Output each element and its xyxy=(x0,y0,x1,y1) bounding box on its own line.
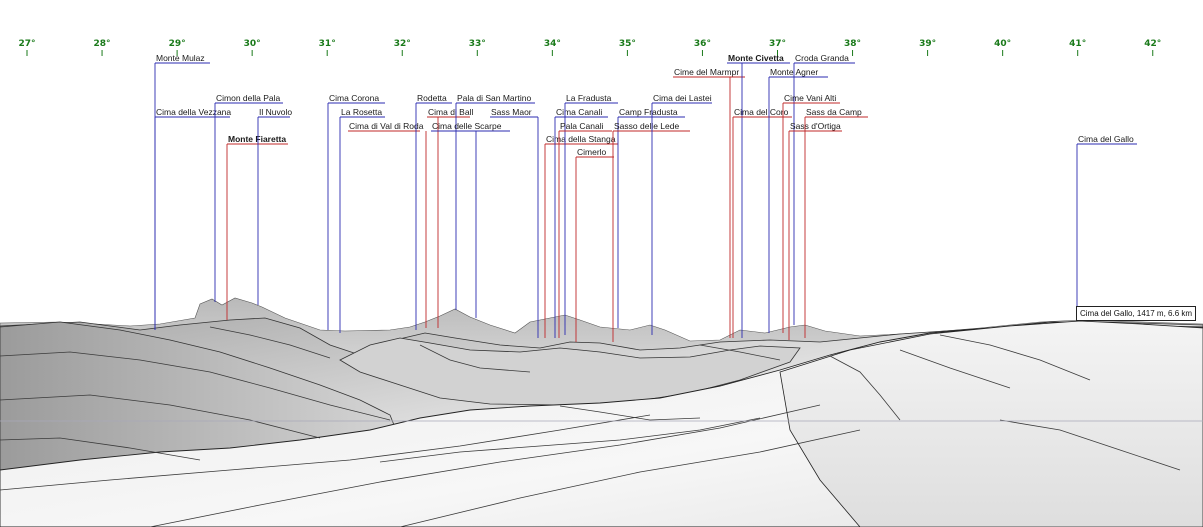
peak-marker[interactable]: Cima delle Scarpe xyxy=(431,121,510,318)
peak-marker[interactable]: Sass Maor xyxy=(490,107,539,338)
azimuth-tick-label: 30° xyxy=(244,39,261,49)
peak-marker[interactable]: Monte Mulaz xyxy=(154,53,210,330)
azimuth-tick-label: 35° xyxy=(619,39,636,49)
peak-name[interactable]: Cima della Vezzana xyxy=(156,107,231,117)
azimuth-tick-label: 27° xyxy=(18,39,35,49)
peak-marker[interactable]: La Rosetta xyxy=(339,107,385,333)
peak-name[interactable]: Sass da Camp xyxy=(806,107,862,117)
peak-tooltip: Cima del Gallo, 1417 m, 6.6 km xyxy=(1076,306,1197,321)
peak-name[interactable]: Cima di Ball xyxy=(428,107,473,117)
peak-marker[interactable]: Cimerlo xyxy=(575,147,614,342)
peak-marker[interactable]: Sasso delle Lede xyxy=(612,121,690,342)
peak-name[interactable]: Cimerlo xyxy=(577,147,607,157)
peak-marker[interactable]: Sass da Camp xyxy=(804,107,868,338)
peak-name[interactable]: Il Nuvolo xyxy=(259,107,292,117)
peak-marker[interactable]: Cimon della Pala xyxy=(214,93,283,302)
peak-name[interactable]: Cima del Coro xyxy=(734,107,789,117)
peak-name[interactable]: Cima Canali xyxy=(556,107,602,117)
peak-name[interactable]: Camp Fradusta xyxy=(619,107,678,117)
peak-name[interactable]: Cima delle Scarpe xyxy=(432,121,502,131)
peak-name[interactable]: Pala Canali xyxy=(560,121,604,131)
peak-name[interactable]: Cima Corona xyxy=(329,93,379,103)
peak-name[interactable]: Sasso delle Lede xyxy=(614,121,679,131)
peak-labels: Monte Mulaz Cima della Vezzana Cimon della… xyxy=(154,53,1137,342)
peak-name[interactable]: Monte Fiaretta xyxy=(228,134,286,144)
azimuth-tick-label: 37° xyxy=(769,39,786,49)
peak-marker[interactable]: Sass d'Ortiga xyxy=(788,121,842,340)
peak-name[interactable]: Cime del Marmpr xyxy=(674,67,739,77)
azimuth-tick-label: 33° xyxy=(469,39,486,49)
peak-name[interactable]: Monte Mulaz xyxy=(156,53,205,63)
peak-name[interactable]: Monte Civetta xyxy=(728,53,784,63)
peak-name[interactable]: Cima della Stanga xyxy=(546,134,616,144)
azimuth-tick-label: 31° xyxy=(319,39,336,49)
azimuth-tick-label: 38° xyxy=(844,39,861,49)
azimuth-tick-label: 36° xyxy=(694,39,711,49)
peak-name[interactable]: Pala di San Martino xyxy=(457,93,531,103)
azimuth-tick-label: 29° xyxy=(169,39,186,49)
peak-name[interactable]: La Fradusta xyxy=(566,93,612,103)
peak-name[interactable]: La Rosetta xyxy=(341,107,382,117)
peak-name[interactable]: Cima di Val di Roda xyxy=(349,121,424,131)
azimuth-tick-label: 32° xyxy=(394,39,411,49)
peak-name[interactable]: Cime Vani Alti xyxy=(784,93,836,103)
azimuth-tick-label: 28° xyxy=(94,39,111,49)
peak-marker[interactable]: Monte Fiaretta xyxy=(226,134,288,320)
peak-name[interactable]: Cimon della Pala xyxy=(216,93,281,103)
peak-name[interactable]: Rodetta xyxy=(417,93,447,103)
peak-marker[interactable]: Camp Fradusta xyxy=(617,107,685,328)
peak-marker[interactable]: Cima del Gallo xyxy=(1076,134,1137,318)
peak-name[interactable]: Cima del Gallo xyxy=(1078,134,1134,144)
azimuth-tick-label: 40° xyxy=(994,39,1011,49)
peak-name[interactable]: Sass Maor xyxy=(491,107,532,117)
azimuth-tick-label: 34° xyxy=(544,39,561,49)
peak-marker[interactable]: Cima della Stanga xyxy=(544,134,618,338)
peak-name[interactable]: Sass d'Ortiga xyxy=(790,121,841,131)
peak-marker[interactable]: Cima di Ball xyxy=(427,107,473,328)
azimuth-tick-label: 39° xyxy=(919,39,936,49)
peak-name[interactable]: Croda Granda xyxy=(795,53,849,63)
peak-marker[interactable]: Cima di Val di Roda xyxy=(348,121,427,328)
panorama-view[interactable]: 27° 28° 29° 30° 31° 32° 33° 34° 35° 36° 37° 38° 39° 4… xyxy=(0,0,1203,527)
peak-marker[interactable]: Cima della Vezzana xyxy=(154,107,231,330)
peak-name[interactable]: Cima dei Lastei xyxy=(653,93,712,103)
terrain-rendering xyxy=(0,297,1203,527)
terrain-right-slope xyxy=(779,320,1203,527)
peak-marker[interactable]: Monte Civetta xyxy=(727,53,790,338)
azimuth-tick-label: 41° xyxy=(1069,39,1086,49)
azimuth-tick-label: 42° xyxy=(1144,39,1161,49)
